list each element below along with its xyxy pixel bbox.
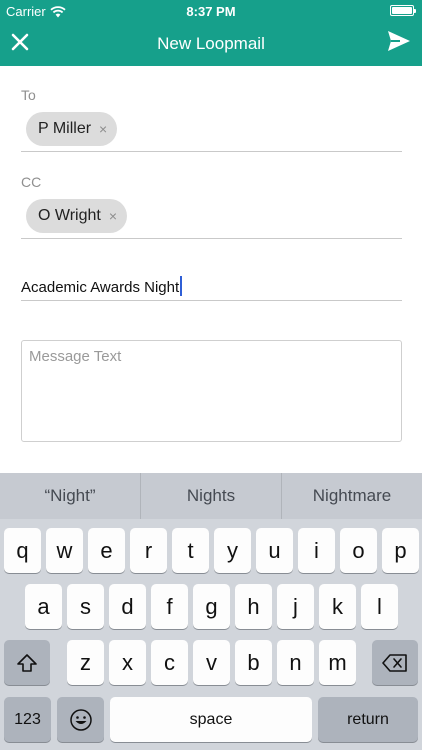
status-bar: Carrier 8:37 PM (0, 0, 422, 22)
subject-input[interactable]: Academic Awards Night (21, 276, 183, 296)
space-key[interactable]: space (110, 697, 312, 742)
status-time: 8:37 PM (186, 4, 236, 19)
send-icon[interactable] (386, 28, 412, 54)
key-v[interactable]: v (193, 640, 230, 685)
key-r[interactable]: r (130, 528, 167, 573)
key-m[interactable]: m (319, 640, 356, 685)
suggestion-bar: “Night” Nights Nightmare (0, 473, 422, 519)
key-j[interactable]: j (277, 584, 314, 629)
to-chip-recipient[interactable]: P Miller × (26, 112, 118, 146)
chip-remove-icon[interactable]: × (109, 208, 117, 224)
page-title: New Loopmail (157, 34, 265, 53)
key-h[interactable]: h (235, 584, 272, 629)
chip-label: O Wright (38, 207, 101, 224)
cc-chip-recipient[interactable]: O Wright × (26, 199, 128, 233)
text-cursor (180, 276, 183, 296)
message-textarea[interactable]: Message Text (21, 340, 402, 442)
key-k[interactable]: k (319, 584, 356, 629)
cc-field-divider (21, 238, 402, 239)
return-key[interactable]: return (318, 697, 418, 742)
key-p[interactable]: p (382, 528, 419, 573)
message-placeholder: Message Text (29, 348, 122, 365)
key-g[interactable]: g (193, 584, 230, 629)
battery-icon (390, 5, 416, 16)
keyboard: “Night” Nights Nightmare q w e r t y u i… (0, 473, 422, 750)
subject-field-divider (21, 300, 402, 301)
backspace-key[interactable] (372, 640, 418, 685)
key-s[interactable]: s (67, 584, 104, 629)
suggestion-item[interactable]: Nightmare (282, 473, 422, 519)
key-b[interactable]: b (235, 640, 272, 685)
key-c[interactable]: c (151, 640, 188, 685)
nav-bar: New Loopmail (0, 22, 422, 66)
key-d[interactable]: d (109, 584, 146, 629)
key-x[interactable]: x (109, 640, 146, 685)
shift-key[interactable] (4, 640, 50, 685)
key-n[interactable]: n (277, 640, 314, 685)
key-z[interactable]: z (67, 640, 104, 685)
subject-value: Academic Awards Night (21, 279, 180, 296)
chip-remove-icon[interactable]: × (99, 121, 107, 137)
key-q[interactable]: q (4, 528, 41, 573)
key-u[interactable]: u (256, 528, 293, 573)
key-e[interactable]: e (88, 528, 125, 573)
numbers-key[interactable]: 123 (4, 697, 51, 742)
key-t[interactable]: t (172, 528, 209, 573)
key-f[interactable]: f (151, 584, 188, 629)
key-y[interactable]: y (214, 528, 251, 573)
emoji-key[interactable] (57, 697, 104, 742)
suggestion-item[interactable]: Nights (141, 473, 281, 519)
emoji-icon (69, 708, 92, 731)
key-w[interactable]: w (46, 528, 83, 573)
shift-icon (17, 653, 37, 672)
key-a[interactable]: a (25, 584, 62, 629)
chip-label: P Miller (38, 120, 92, 137)
backspace-icon (382, 653, 407, 672)
to-label: To (21, 87, 36, 103)
cc-label: CC (21, 174, 42, 190)
app-header: Carrier 8:37 PM New Loopmail (0, 0, 422, 66)
key-l[interactable]: l (361, 584, 398, 629)
key-o[interactable]: o (340, 528, 377, 573)
key-i[interactable]: i (298, 528, 335, 573)
suggestion-item[interactable]: “Night” (0, 473, 140, 519)
to-field-divider (21, 151, 402, 152)
